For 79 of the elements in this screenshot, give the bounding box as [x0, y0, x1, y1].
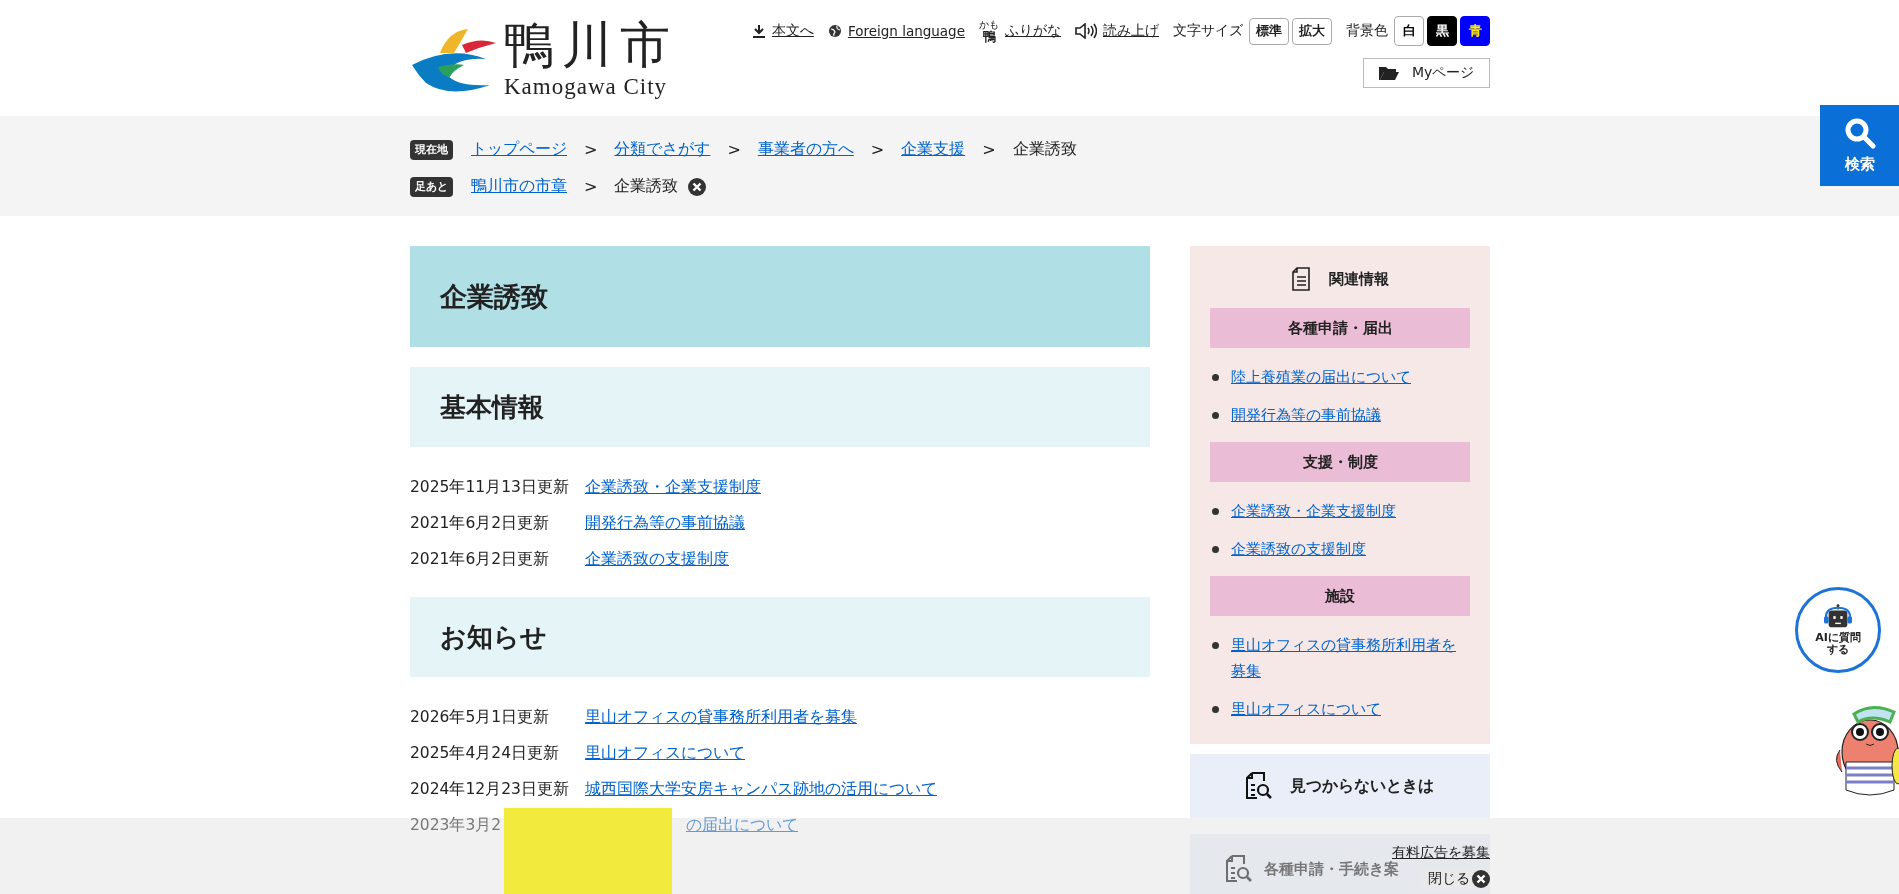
- article-link[interactable]: 開発行為等の事前協議: [585, 512, 745, 534]
- breadcrumb-link[interactable]: 事業者の方へ: [757, 139, 854, 160]
- bullet-icon: [1212, 546, 1219, 553]
- breadcrumb-separator: >: [870, 140, 885, 159]
- download-icon: [751, 24, 766, 38]
- category-heading: 支援・制度: [1210, 442, 1470, 482]
- footprint-current: 企業誘致: [614, 176, 679, 197]
- related-link[interactable]: 開発行為等の事前協議: [1231, 402, 1381, 428]
- bullet-icon: [1212, 374, 1219, 381]
- font-size-label: 文字サイズ: [1173, 22, 1243, 40]
- location-badge: 現在地: [410, 139, 453, 160]
- article-link[interactable]: 里山オフィスの貸事務所利用者を募集: [585, 706, 857, 728]
- bullet-icon: [1212, 508, 1219, 515]
- header-link[interactable]: 読み上げ: [1103, 22, 1159, 40]
- breadcrumb-current: 企業誘致: [1012, 139, 1077, 160]
- city-subtitle: Kamogawa City: [504, 74, 669, 100]
- footprint-separator: >: [584, 177, 598, 196]
- update-date: 2021年6月2日更新: [410, 512, 551, 534]
- not-found-button[interactable]: 見つからないときは: [1190, 754, 1490, 818]
- update-date: 2026年5月1日更新: [410, 706, 551, 728]
- close-ad-button[interactable]: 閉じる: [1422, 868, 1490, 890]
- footprint-badge: 足あと: [410, 176, 453, 197]
- ruby-base: 鴨: [982, 29, 996, 43]
- breadcrumb-separator: >: [982, 140, 996, 159]
- category-heading: 各種申請・届出: [1210, 308, 1470, 348]
- update-date: 2023年3月2: [410, 814, 503, 836]
- city-name: 鴨川市: [504, 16, 678, 74]
- background-color-button[interactable]: 白: [1394, 16, 1424, 46]
- article-link[interactable]: 里山オフィスについて: [585, 742, 745, 764]
- ai-chat-button[interactable]: AIに質問 する: [1795, 587, 1881, 673]
- font-size-button[interactable]: 拡大: [1292, 17, 1332, 45]
- document-search-icon: [1226, 855, 1252, 883]
- footprint-link[interactable]: 鴨川市の市章: [471, 176, 567, 197]
- breadcrumb-separator: >: [727, 140, 741, 159]
- globe-icon: [827, 24, 842, 38]
- folder-icon: [1378, 65, 1400, 81]
- article-link[interactable]: 城西国際大学安房キャンパス跡地の活用について: [585, 778, 937, 800]
- update-date: 2021年6月2日更新: [410, 548, 551, 570]
- header-link[interactable]: 本文へ: [771, 22, 814, 40]
- search-button[interactable]: 検索: [1820, 105, 1899, 186]
- ad-recruit-link[interactable]: 有料広告を募集: [1392, 844, 1490, 862]
- ai-button-label: AIに質問: [1815, 632, 1861, 644]
- update-date: 2025年11月13日更新: [410, 476, 570, 498]
- close-icon[interactable]: [688, 177, 707, 196]
- speaker-icon: [1075, 23, 1097, 39]
- document-icon: [1291, 267, 1311, 291]
- header-link[interactable]: Foreign language: [847, 23, 965, 39]
- article-link[interactable]: 企業誘致・企業支援制度: [585, 476, 761, 498]
- background-color-button[interactable]: 黒: [1427, 16, 1457, 46]
- document-search-icon: [1246, 772, 1272, 800]
- breadcrumb-link[interactable]: 分類でさがす: [614, 139, 711, 160]
- breadcrumb-link[interactable]: トップページ: [471, 139, 567, 160]
- section-heading: 基本情報: [410, 367, 1150, 447]
- category-heading: 施設: [1210, 576, 1470, 616]
- header-link[interactable]: ふりがな: [1005, 22, 1061, 40]
- related-link[interactable]: 企業誘致の支援制度: [1231, 536, 1366, 562]
- bullet-icon: [1212, 706, 1219, 713]
- section-heading: お知らせ: [410, 597, 1150, 677]
- breadcrumb-link[interactable]: 企業支援: [901, 139, 966, 160]
- article-link[interactable]: 企業誘致の支援制度: [585, 548, 729, 570]
- search-icon: [1843, 117, 1876, 149]
- page-title: 企業誘致: [410, 246, 1150, 347]
- mypage-button[interactable]: Myページ: [1363, 58, 1490, 88]
- close-icon: [1472, 870, 1490, 888]
- related-link[interactable]: 企業誘致・企業支援制度: [1231, 498, 1396, 524]
- breadcrumb-separator: >: [584, 140, 598, 159]
- related-link[interactable]: 里山オフィスについて: [1231, 696, 1381, 722]
- ai-button-label: する: [1827, 644, 1849, 656]
- bullet-icon: [1212, 642, 1219, 649]
- background-color-button[interactable]: 青: [1460, 16, 1490, 46]
- ruby-text: かも: [979, 19, 999, 30]
- update-date: 2024年12月23日更新: [410, 778, 570, 800]
- related-link[interactable]: 里山オフィスの貸事務所利用者を募集: [1231, 632, 1470, 684]
- background-color-label: 背景色: [1346, 22, 1388, 40]
- update-date: 2025年4月24日更新: [410, 742, 561, 764]
- bullet-icon: [1212, 412, 1219, 419]
- font-size-button[interactable]: 標準: [1249, 17, 1289, 45]
- related-info-title: 関連情報: [1329, 269, 1389, 289]
- related-link[interactable]: 陸上養殖業の届出について: [1231, 364, 1411, 390]
